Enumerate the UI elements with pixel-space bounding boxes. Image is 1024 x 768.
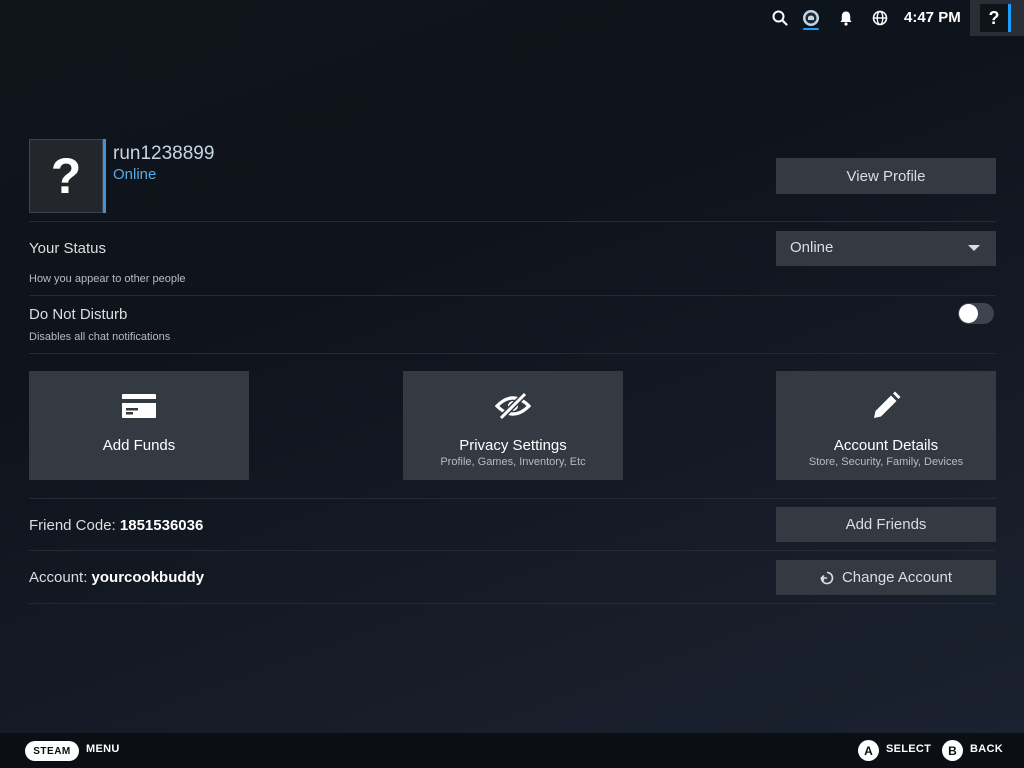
username: run1238899 — [113, 143, 215, 164]
account-row: Account: yourcookbuddy — [29, 569, 204, 586]
help-button[interactable]: ? — [970, 0, 1024, 36]
divider — [29, 603, 996, 604]
help-focus-bar — [1008, 4, 1011, 32]
top-bar: 4:47 PM ? — [0, 0, 1024, 36]
search-icon[interactable] — [770, 8, 790, 28]
your-status-label: Your Status — [29, 240, 106, 257]
a-button-icon[interactable]: A — [858, 740, 879, 761]
change-account-label: Change Account — [841, 569, 953, 586]
privacy-settings-subtitle: Profile, Games, Inventory, Etc — [440, 456, 586, 468]
status-dropdown[interactable]: Online — [776, 231, 996, 266]
status-dropdown-value: Online — [790, 239, 834, 256]
account-value: yourcookbuddy — [91, 569, 205, 586]
account-details-tile[interactable]: Account Details Store, Security, Family,… — [776, 371, 996, 480]
select-label: SELECT — [886, 743, 932, 755]
eye-off-icon — [403, 389, 623, 423]
pencil-icon — [776, 389, 996, 423]
online-status: Online — [113, 166, 157, 183]
divider — [29, 353, 996, 354]
divider — [29, 221, 996, 222]
add-friends-button[interactable]: Add Friends — [776, 507, 996, 542]
divider — [29, 498, 996, 499]
switch-account-icon — [820, 571, 834, 585]
menu-label: MENU — [86, 743, 120, 755]
privacy-settings-title: Privacy Settings — [459, 437, 567, 454]
help-icon: ? — [980, 4, 1008, 32]
chevron-down-icon — [968, 245, 980, 251]
privacy-settings-tile[interactable]: Privacy Settings Profile, Games, Invento… — [403, 371, 623, 480]
do-not-disturb-toggle[interactable] — [958, 303, 994, 324]
divider — [29, 550, 996, 551]
bell-icon[interactable] — [836, 8, 856, 28]
back-label: BACK — [970, 743, 1003, 755]
b-button-icon[interactable]: B — [942, 740, 963, 761]
account-details-subtitle: Store, Security, Family, Devices — [808, 456, 964, 468]
view-profile-button[interactable]: View Profile — [776, 158, 996, 194]
your-status-description: How you appear to other people — [29, 273, 186, 285]
friend-code-label: Friend Code: — [29, 517, 116, 534]
friend-code-value: 1851536036 — [119, 517, 204, 534]
friend-code-row: Friend Code: 1851536036 — [29, 517, 203, 534]
account-details-title: Account Details — [833, 437, 939, 454]
toggle-knob — [959, 304, 978, 323]
avatar-status-bar — [103, 139, 106, 213]
active-indicator — [803, 28, 819, 30]
add-funds-title: Add Funds — [102, 437, 176, 454]
credit-card-icon — [29, 389, 249, 423]
steam-button[interactable]: STEAM — [25, 741, 79, 761]
add-funds-tile[interactable]: Add Funds — [29, 371, 249, 480]
steam-chat-icon[interactable] — [801, 8, 821, 28]
globe-icon[interactable] — [870, 8, 890, 28]
avatar: ? — [29, 139, 103, 213]
divider — [29, 295, 996, 296]
clock-time: 4:47 PM — [904, 9, 961, 26]
do-not-disturb-description: Disables all chat notifications — [29, 331, 171, 343]
do-not-disturb-label: Do Not Disturb — [29, 306, 128, 323]
account-label: Account: — [29, 569, 88, 586]
footer-bar: STEAM MENU A SELECT B BACK — [0, 733, 1024, 768]
change-account-button[interactable]: Change Account — [776, 560, 996, 595]
